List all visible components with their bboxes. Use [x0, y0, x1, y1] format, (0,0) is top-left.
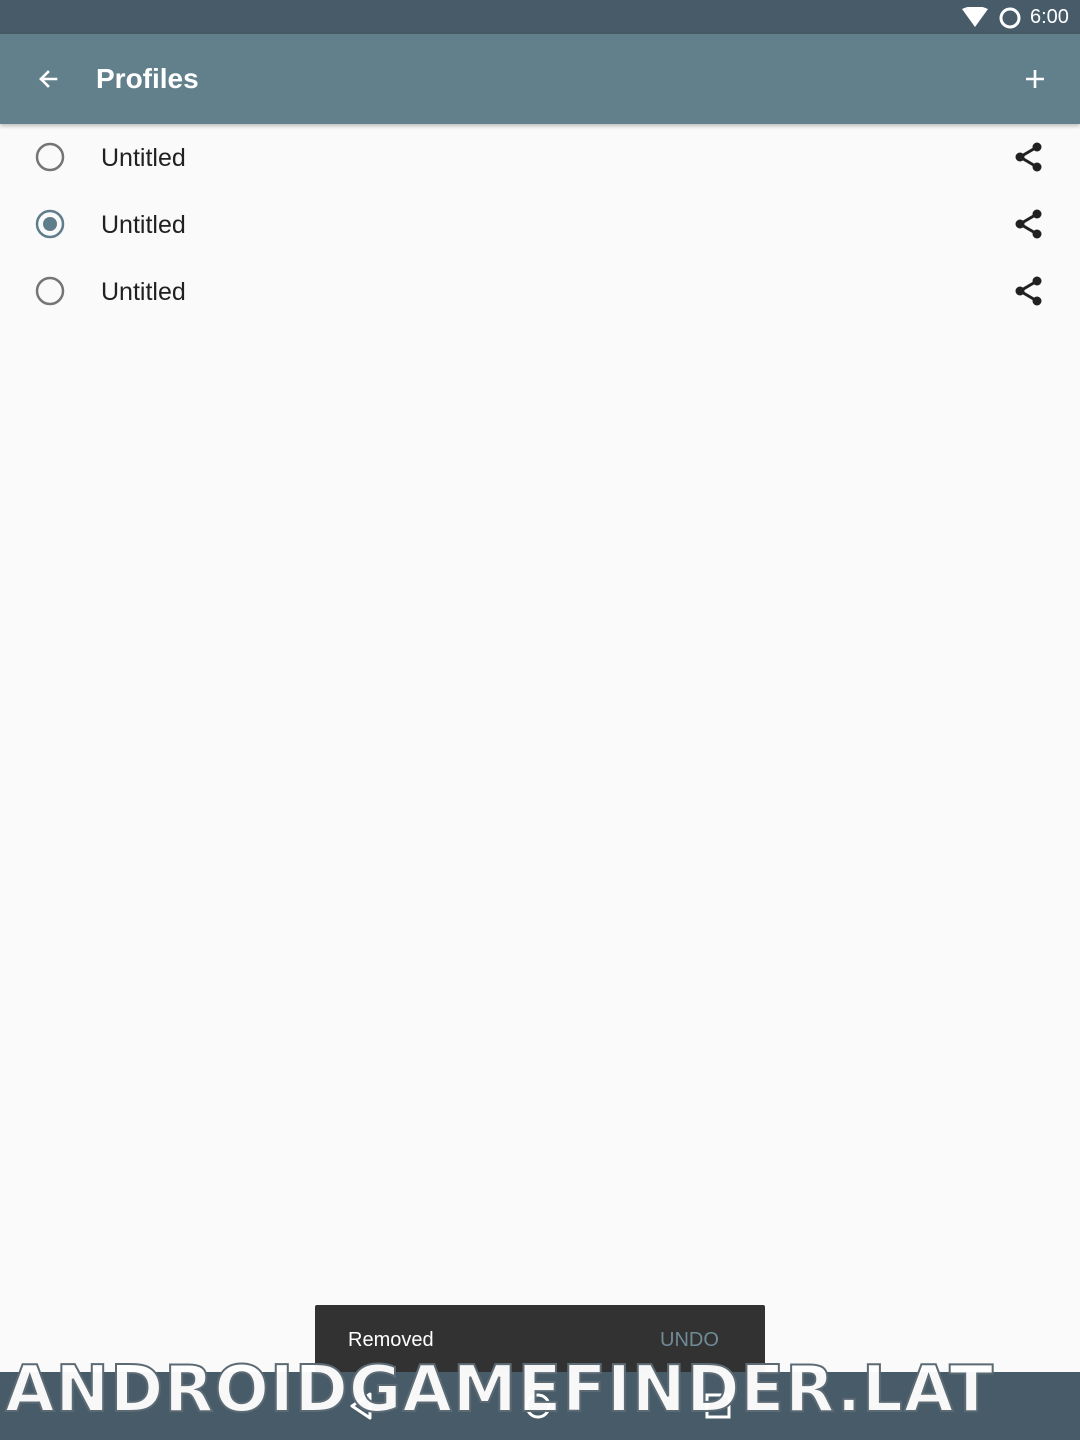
nav-recents-button[interactable] — [698, 1386, 738, 1426]
nav-back-icon — [350, 1392, 372, 1420]
radio-unchecked-icon — [35, 142, 65, 172]
nav-recents-icon — [705, 1393, 731, 1419]
share-button[interactable] — [1010, 138, 1048, 176]
page-title: Profiles — [96, 63, 199, 94]
profile-radio[interactable] — [35, 209, 65, 239]
profile-list: Untitled Untitled Untitled — [0, 124, 1080, 325]
status-time: 6:00 — [1030, 6, 1069, 28]
profile-row[interactable]: Untitled — [0, 191, 1080, 258]
profile-name: Untitled — [101, 211, 186, 239]
app-bar: Profiles — [0, 34, 1080, 124]
sync-icon — [998, 6, 1022, 35]
share-button[interactable] — [1010, 205, 1048, 243]
profile-row[interactable]: Untitled — [0, 124, 1080, 191]
nav-home-icon — [525, 1393, 551, 1419]
share-button[interactable] — [1010, 272, 1048, 310]
plus-icon — [1026, 70, 1044, 88]
nav-back-button[interactable] — [342, 1386, 382, 1426]
nav-home-button[interactable] — [518, 1386, 558, 1426]
arrow-back-icon — [39, 70, 58, 88]
profile-row[interactable]: Untitled — [0, 258, 1080, 325]
radio-checked-icon — [35, 209, 65, 239]
profile-radio[interactable] — [35, 276, 65, 306]
status-bar: 6:00 — [0, 0, 1080, 34]
snackbar: Removed UNDO — [315, 1305, 765, 1375]
share-icon — [1015, 142, 1042, 172]
navigation-bar — [0, 1372, 1080, 1440]
radio-unchecked-icon — [35, 276, 65, 306]
share-icon — [1015, 276, 1042, 306]
snackbar-message: Removed — [348, 1329, 434, 1351]
profile-name: Untitled — [101, 278, 186, 306]
wifi-icon — [962, 6, 988, 32]
profile-radio[interactable] — [35, 142, 65, 172]
undo-button[interactable]: UNDO — [648, 1326, 731, 1354]
profile-name: Untitled — [101, 144, 186, 172]
back-button[interactable] — [24, 55, 72, 103]
share-icon — [1015, 209, 1042, 239]
add-profile-button[interactable] — [1011, 55, 1059, 103]
